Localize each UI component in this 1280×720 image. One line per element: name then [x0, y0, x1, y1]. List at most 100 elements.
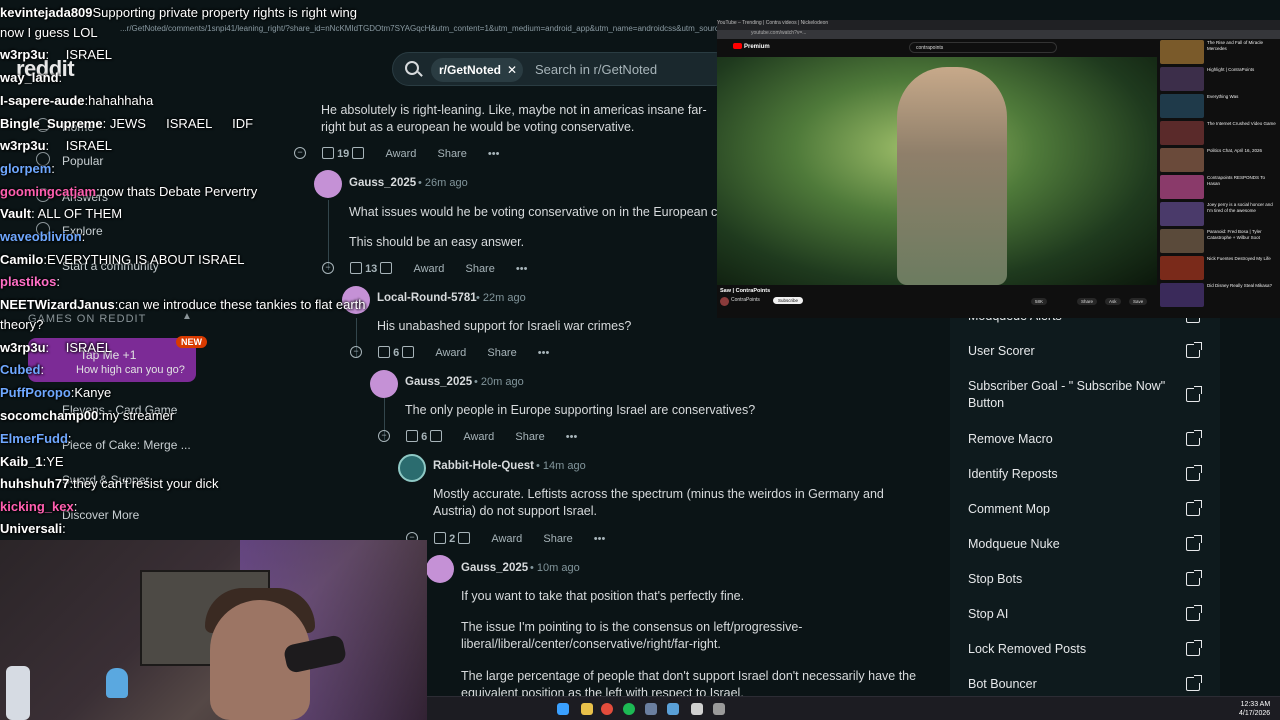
- external-link-icon[interactable]: [1186, 640, 1202, 656]
- collapse-icon[interactable]: −: [322, 262, 334, 274]
- upvote-icon[interactable]: [350, 262, 362, 274]
- comment-author[interactable]: Gauss_2025: [405, 376, 472, 388]
- comment-author[interactable]: Gauss_2025: [461, 562, 528, 574]
- share-button[interactable]: Share: [465, 263, 494, 275]
- youtube-logo[interactable]: Premium: [733, 43, 770, 50]
- channel-name[interactable]: ContraPoints: [731, 297, 760, 303]
- chat-username[interactable]: goomingcatjam: [0, 184, 96, 199]
- award-button[interactable]: Award: [413, 263, 444, 275]
- chat-username[interactable]: w3rp3u: [0, 340, 46, 355]
- avatar[interactable]: [314, 170, 342, 198]
- sidebar-item-popular[interactable]: Popular: [62, 154, 103, 168]
- external-link-icon[interactable]: [1186, 342, 1202, 358]
- more-button[interactable]: •••: [488, 148, 500, 160]
- video-thumbnail[interactable]: [1160, 229, 1204, 253]
- award-button[interactable]: Award: [385, 148, 416, 160]
- subreddit-chip[interactable]: r/GetNoted ✕: [431, 58, 524, 82]
- chat-username[interactable]: I-sapere-aude: [0, 93, 85, 108]
- recommended-video-title[interactable]: Did Disney Really Steal Mikasa?: [1207, 283, 1277, 301]
- address-bar[interactable]: ...r/GetNoted/comments/1snpi41/leaning_r…: [0, 24, 720, 40]
- recommended-video-title[interactable]: Highlight | ContraPoints: [1207, 67, 1277, 85]
- upvote-icon[interactable]: [406, 430, 418, 442]
- chat-username[interactable]: w3rp3u: [0, 47, 46, 62]
- close-icon[interactable]: ✕: [507, 58, 517, 82]
- chat-username[interactable]: Kaib_1: [0, 454, 43, 469]
- share-button[interactable]: Share: [437, 148, 466, 160]
- address-bar[interactable]: youtube.com/watch?v=...: [717, 30, 1280, 39]
- avatar[interactable]: [426, 555, 454, 583]
- downvote-icon[interactable]: [402, 346, 415, 358]
- video-thumbnail[interactable]: [1160, 283, 1204, 307]
- external-link-icon[interactable]: [1186, 570, 1202, 586]
- recommended-video-title[interactable]: Everything Was: [1207, 94, 1277, 112]
- chat-username[interactable]: ElmerFudd: [0, 431, 68, 446]
- chat-username[interactable]: w3rp3u: [0, 138, 46, 153]
- more-button[interactable]: •••: [538, 347, 550, 359]
- search-bar[interactable]: r/GetNoted ✕ Search in r/GetNoted: [392, 52, 732, 86]
- external-link-icon[interactable]: [1186, 605, 1202, 621]
- folder-icon[interactable]: [581, 703, 593, 715]
- video-thumbnail[interactable]: [1160, 148, 1204, 172]
- external-link-icon[interactable]: [1186, 465, 1202, 481]
- search-input[interactable]: Search in r/GetNoted: [535, 62, 657, 77]
- subscribe-button[interactable]: Subscribe: [773, 297, 804, 304]
- app-link-bot-bouncer[interactable]: Bot Bouncer: [968, 676, 1168, 693]
- share-button[interactable]: Share: [515, 431, 544, 443]
- app-link-user-scorer[interactable]: User Scorer: [968, 343, 1168, 360]
- video-thumbnail[interactable]: [1160, 94, 1204, 118]
- app-link-stop-bots[interactable]: Stop Bots: [968, 571, 1168, 588]
- recommended-video-title[interactable]: The Internet Crushed Video Game: [1207, 121, 1277, 139]
- chat-username[interactable]: Camilo: [0, 252, 43, 267]
- chat-username[interactable]: Universali: [0, 521, 62, 536]
- downvote-icon[interactable]: [352, 147, 365, 159]
- recommended-video-title[interactable]: Nick Fuentes Destroyed My Life: [1207, 256, 1277, 274]
- collapse-icon[interactable]: −: [378, 430, 390, 442]
- browser-tabs[interactable]: YouTube – Trending | Contra videos | Nic…: [717, 20, 1280, 30]
- app-link-lock-removed-posts[interactable]: Lock Removed Posts: [968, 641, 1168, 658]
- app-icon[interactable]: [691, 703, 703, 715]
- chat-username[interactable]: huhshuh77: [0, 476, 69, 491]
- chat-username[interactable]: Cubed: [0, 362, 40, 377]
- downvote-icon[interactable]: [380, 262, 393, 274]
- external-link-icon[interactable]: [1186, 675, 1202, 691]
- video-player[interactable]: [717, 57, 1157, 285]
- more-button[interactable]: •••: [566, 431, 578, 443]
- video-thumbnail[interactable]: [1160, 121, 1204, 145]
- share-button[interactable]: Share: [1077, 298, 1098, 305]
- app-link-identify-reposts[interactable]: Identify Reposts: [968, 466, 1168, 483]
- share-button[interactable]: Share: [487, 347, 516, 359]
- chat-username[interactable]: kevintejada809: [0, 5, 93, 20]
- external-link-icon[interactable]: [1186, 535, 1202, 551]
- comment-author[interactable]: Local-Round-5781: [377, 292, 477, 304]
- app-icon[interactable]: [713, 703, 725, 715]
- downvote-icon[interactable]: [430, 430, 443, 442]
- comment-author[interactable]: Rabbit-Hole-Quest: [433, 460, 534, 472]
- video-thumbnail[interactable]: [1160, 256, 1204, 280]
- chat-username[interactable]: NEETWizardJanus: [0, 297, 115, 312]
- spotify-icon[interactable]: [623, 703, 635, 715]
- youtube-search-input[interactable]: contrapoints: [909, 42, 1057, 53]
- downvote-icon[interactable]: [458, 532, 471, 544]
- clock[interactable]: 12:33 AM 4/17/2026: [1239, 700, 1270, 718]
- chat-username[interactable]: plastikos: [0, 274, 56, 289]
- save-button[interactable]: Save: [1129, 298, 1148, 305]
- upvote-icon[interactable]: [434, 532, 446, 544]
- more-button[interactable]: •••: [594, 533, 606, 545]
- upvote-icon[interactable]: [378, 346, 390, 358]
- avatar[interactable]: [370, 370, 398, 398]
- share-button[interactable]: Share: [543, 533, 572, 545]
- app-link-comment-mop[interactable]: Comment Mop: [968, 501, 1168, 518]
- external-link-icon[interactable]: [1186, 430, 1202, 446]
- award-button[interactable]: Award: [463, 431, 494, 443]
- video-thumbnail[interactable]: [1160, 202, 1204, 226]
- app-link-subscriber-goal[interactable]: Subscriber Goal - " Subscribe Now" Butto…: [968, 378, 1168, 412]
- recommended-video-title[interactable]: The Rise and Fall of Miracle Mercedes: [1207, 40, 1277, 58]
- like-button[interactable]: 58K: [1031, 298, 1048, 305]
- recommended-video-title[interactable]: Contrapoints RESPONDS To Hasan: [1207, 175, 1277, 193]
- game-item-piece-of-cake[interactable]: Piece of Cake: Merge ...: [62, 438, 191, 452]
- recommended-video-title[interactable]: Paranoid: Fred Bosa | Tyler Catastrophe …: [1207, 229, 1277, 247]
- chrome-icon[interactable]: [601, 703, 613, 715]
- app-icon[interactable]: [667, 703, 679, 715]
- chat-username[interactable]: Vault: [0, 206, 31, 221]
- collapse-icon[interactable]: −: [350, 346, 362, 358]
